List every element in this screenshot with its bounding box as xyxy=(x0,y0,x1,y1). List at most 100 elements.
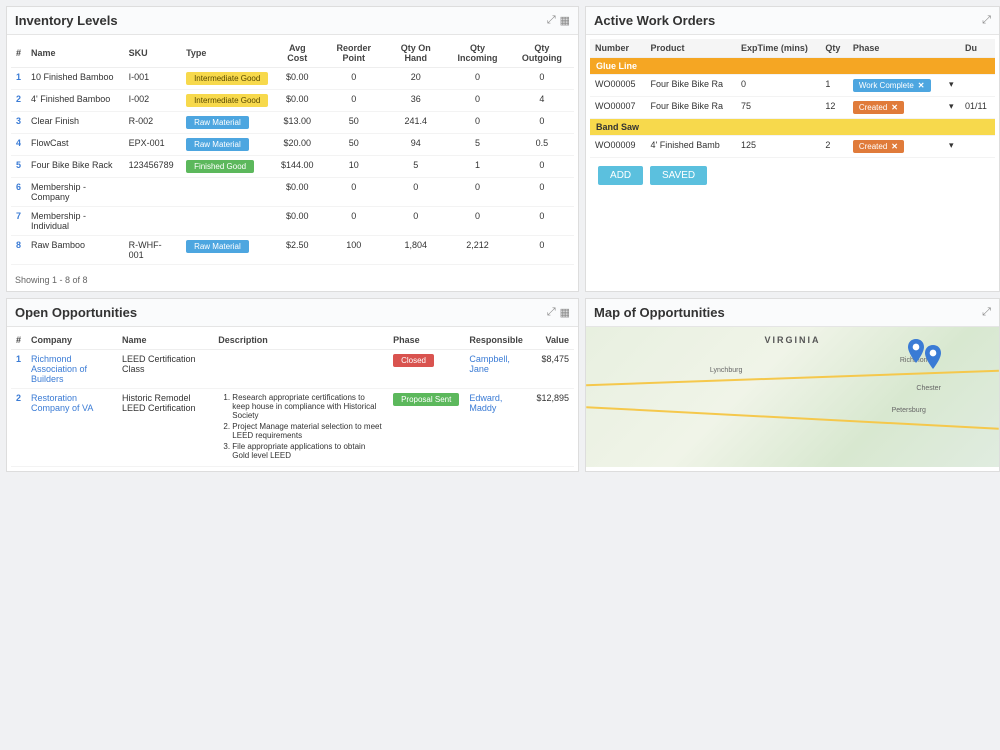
column-header[interactable]: Product xyxy=(645,39,736,58)
column-header[interactable]: Qty Outgoing xyxy=(510,39,574,68)
wo-due xyxy=(960,75,995,97)
opportunity-phase: Proposal Sent xyxy=(388,389,464,467)
table-row[interactable]: 7Membership - Individual$0.000000 xyxy=(11,207,574,236)
item-name: Four Bike Bike Rack xyxy=(26,156,124,178)
table-row[interactable]: 24' Finished BambooI-002Intermediate Goo… xyxy=(11,90,574,112)
column-header[interactable]: Du xyxy=(960,39,995,58)
work-order-group[interactable]: Glue Line xyxy=(590,58,995,75)
column-header[interactable]: Responsible xyxy=(464,331,531,350)
wo-phase: Work Complete ✕ xyxy=(848,75,944,97)
wo-menu[interactable]: ▾ xyxy=(944,97,960,119)
column-header[interactable]: # xyxy=(11,39,26,68)
add-button[interactable]: ADD xyxy=(598,166,643,185)
panel-title: Open Opportunities xyxy=(15,305,137,320)
expand-icon[interactable]: ⤢ xyxy=(547,14,556,27)
item-name: Membership - Individual xyxy=(26,207,124,236)
expand-icon[interactable]: ⤢ xyxy=(547,306,556,319)
table-row[interactable]: WO000094' Finished Bamb1252Created ✕▾ xyxy=(590,136,995,158)
saved-button[interactable]: SAVED xyxy=(650,166,707,185)
inventory-levels-panel: Inventory Levels ⤢ ▦ #NameSKUTypeAvg Cos… xyxy=(6,6,579,292)
qty-outgoing: 0 xyxy=(510,156,574,178)
table-row[interactable]: 4FlowCastEPX-001Raw Material$20.00509450… xyxy=(11,134,574,156)
opportunity-phase: Closed xyxy=(388,350,464,389)
qty-on-hand: 5 xyxy=(386,156,445,178)
wo-menu[interactable]: ▾ xyxy=(944,75,960,97)
qty-outgoing: 0 xyxy=(510,178,574,207)
phase-chip[interactable]: Created ✕ xyxy=(853,140,904,153)
expand-icon[interactable]: ⤢ xyxy=(982,14,991,27)
row-index: 2 xyxy=(11,389,26,467)
item-sku: EPX-001 xyxy=(124,134,181,156)
qty-outgoing: 0 xyxy=(510,207,574,236)
close-icon[interactable]: ✕ xyxy=(891,103,898,112)
type-badge: Finished Good xyxy=(186,160,254,173)
phase-chip[interactable]: Work Complete ✕ xyxy=(853,79,931,92)
map-canvas[interactable]: VIRGINIA Lynchburg Richmond Chester Pete… xyxy=(586,327,999,467)
table-row[interactable]: 6Membership - Company$0.000000 xyxy=(11,178,574,207)
column-header[interactable]: Qty xyxy=(820,39,847,58)
description-item: Research appropriate certifications to k… xyxy=(232,393,383,420)
close-icon[interactable]: ✕ xyxy=(891,142,898,151)
column-header[interactable]: Name xyxy=(26,39,124,68)
reorder-point: 0 xyxy=(321,207,386,236)
company-link[interactable]: Richmond Association of Builders xyxy=(26,350,117,389)
table-row[interactable]: WO00005Four Bike Bike Ra01Work Complete … xyxy=(590,75,995,97)
item-sku xyxy=(124,178,181,207)
column-header[interactable]: Company xyxy=(26,331,117,350)
company-link[interactable]: Restoration Company of VA xyxy=(26,389,117,467)
column-header[interactable]: Avg Cost xyxy=(273,39,321,68)
open-opportunities-panel: Open Opportunities ⤢ ▦ #CompanyNameDescr… xyxy=(6,298,579,472)
responsible-link[interactable]: Campbell, Jane xyxy=(464,350,531,389)
column-header[interactable]: ExpTime (mins) xyxy=(736,39,820,58)
wo-qty: 12 xyxy=(820,97,847,119)
column-header[interactable] xyxy=(944,39,960,58)
panel-title: Active Work Orders xyxy=(594,13,715,28)
column-header[interactable]: Description xyxy=(213,331,388,350)
column-header[interactable]: Name xyxy=(117,331,213,350)
column-header[interactable]: Value xyxy=(531,331,574,350)
column-header[interactable]: Phase xyxy=(848,39,944,58)
expand-icon[interactable]: ⤢ xyxy=(982,306,991,319)
opportunity-value: $8,475 xyxy=(531,350,574,389)
column-header[interactable]: Type xyxy=(181,39,273,68)
panel-header: Open Opportunities ⤢ ▦ xyxy=(7,299,578,327)
table-row[interactable]: 110 Finished BambooI-001Intermediate Goo… xyxy=(11,68,574,90)
grid-icon[interactable]: ▦ xyxy=(560,14,570,27)
responsible-link[interactable]: Edward, Maddy xyxy=(464,389,531,467)
map-city-label: Lynchburg xyxy=(710,367,742,374)
table-row[interactable]: 8Raw BambooR-WHF-001Raw Material$2.50100… xyxy=(11,236,574,265)
map-pin-icon[interactable] xyxy=(908,339,924,363)
table-row[interactable]: 5Four Bike Bike Rack123456789Finished Go… xyxy=(11,156,574,178)
row-index: 6 xyxy=(11,178,26,207)
opportunity-name: LEED Certification Class xyxy=(117,350,213,389)
column-header[interactable]: Phase xyxy=(388,331,464,350)
table-row[interactable]: 1Richmond Association of BuildersLEED Ce… xyxy=(11,350,574,389)
map-pin-icon[interactable] xyxy=(925,345,941,369)
item-name: Clear Finish xyxy=(26,112,124,134)
column-header[interactable]: SKU xyxy=(124,39,181,68)
grid-icon[interactable]: ▦ xyxy=(560,306,570,319)
table-row[interactable]: 3Clear FinishR-002Raw Material$13.005024… xyxy=(11,112,574,134)
item-sku: I-001 xyxy=(124,68,181,90)
phase-chip[interactable]: Created ✕ xyxy=(853,101,904,114)
column-header[interactable]: Qty Incoming xyxy=(445,39,509,68)
close-icon[interactable]: ✕ xyxy=(918,81,925,90)
wo-due xyxy=(960,136,995,158)
work-order-group[interactable]: Band Saw xyxy=(590,119,995,136)
table-row[interactable]: WO00007Four Bike Bike Ra7512Created ✕▾01… xyxy=(590,97,995,119)
column-header[interactable]: Reorder Point xyxy=(321,39,386,68)
pager-text: Showing 1 - 8 of 8 xyxy=(7,269,578,291)
table-row[interactable]: 2Restoration Company of VAHistoric Remod… xyxy=(11,389,574,467)
wo-menu[interactable]: ▾ xyxy=(944,136,960,158)
qty-incoming: 1 xyxy=(445,156,509,178)
qty-incoming: 0 xyxy=(445,112,509,134)
qty-outgoing: 0 xyxy=(510,112,574,134)
opportunities-table: #CompanyNameDescriptionPhaseResponsibleV… xyxy=(11,331,574,467)
column-header[interactable]: # xyxy=(11,331,26,350)
type-badge: Raw Material xyxy=(186,240,249,253)
avg-cost: $0.00 xyxy=(273,207,321,236)
description-item: Project Manage material selection to mee… xyxy=(232,422,383,440)
column-header[interactable]: Qty On Hand xyxy=(386,39,445,68)
column-header[interactable]: Number xyxy=(590,39,645,58)
qty-incoming: 0 xyxy=(445,178,509,207)
